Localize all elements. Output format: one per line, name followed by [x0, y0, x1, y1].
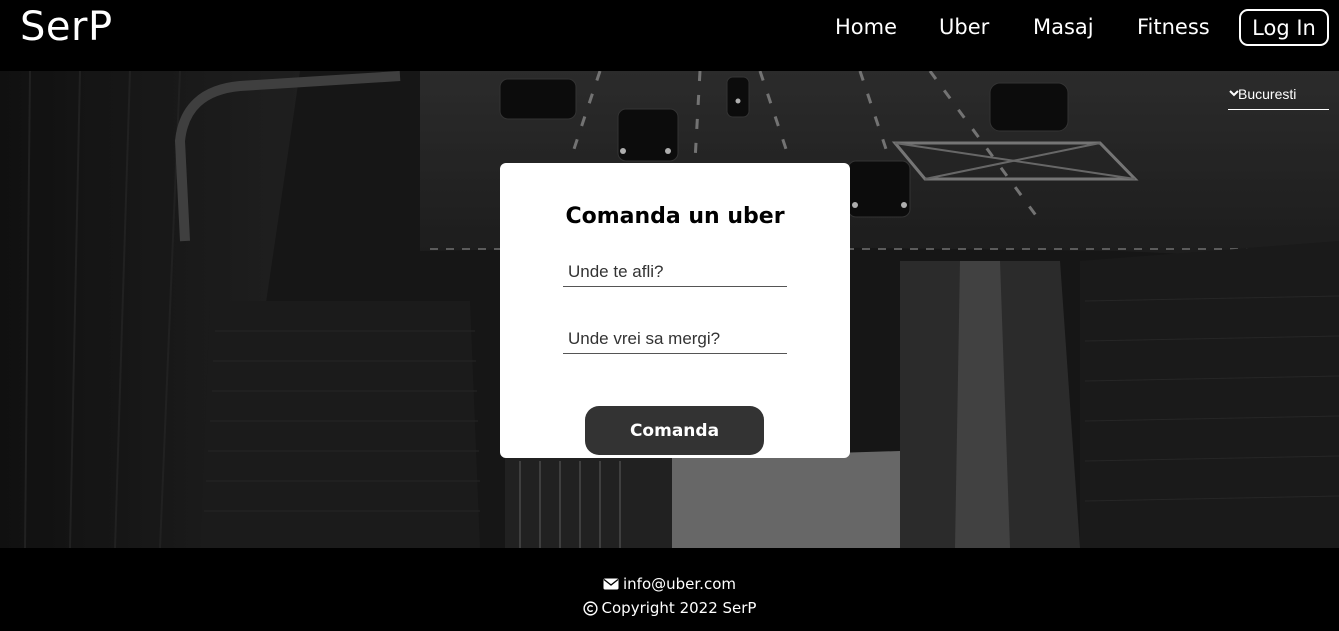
nav-masaj[interactable]: Masaj	[1033, 0, 1094, 54]
nav-uber[interactable]: Uber	[939, 0, 989, 54]
city-select-value: Bucuresti	[1238, 85, 1297, 102]
footer-copyright-line: Copyright 2022 SerP	[0, 599, 1339, 617]
nav-fitness-label[interactable]: Fitness	[1137, 15, 1210, 39]
destination-input[interactable]	[563, 324, 787, 354]
nav-uber-label[interactable]: Uber	[939, 15, 989, 39]
order-button[interactable]: Comanda	[585, 406, 764, 455]
envelope-icon	[603, 578, 619, 590]
pickup-location-input[interactable]	[563, 257, 787, 287]
order-form-card: Comanda un uber Comanda	[500, 163, 850, 458]
copyright-icon	[582, 600, 598, 616]
top-navbar: SerP Home Uber Masaj Fitness Log In	[0, 0, 1339, 71]
nav-fitness[interactable]: Fitness	[1137, 0, 1210, 54]
order-form-title: Comanda un uber	[565, 204, 785, 229]
nav-home[interactable]: Home	[835, 0, 897, 54]
footer: info@uber.com Copyright 2022 SerP	[0, 548, 1339, 631]
login-button[interactable]: Log In	[1239, 9, 1329, 46]
footer-email-line: info@uber.com	[0, 575, 1339, 593]
brand-logo[interactable]: SerP	[20, 5, 113, 49]
nav-masaj-label[interactable]: Masaj	[1033, 15, 1094, 39]
footer-email[interactable]: info@uber.com	[623, 575, 736, 593]
footer-copyright: Copyright 2022 SerP	[601, 599, 757, 617]
nav-home-label[interactable]: Home	[835, 15, 897, 39]
city-select[interactable]: Bucuresti	[1228, 78, 1329, 110]
chevron-down-icon	[1229, 90, 1239, 97]
